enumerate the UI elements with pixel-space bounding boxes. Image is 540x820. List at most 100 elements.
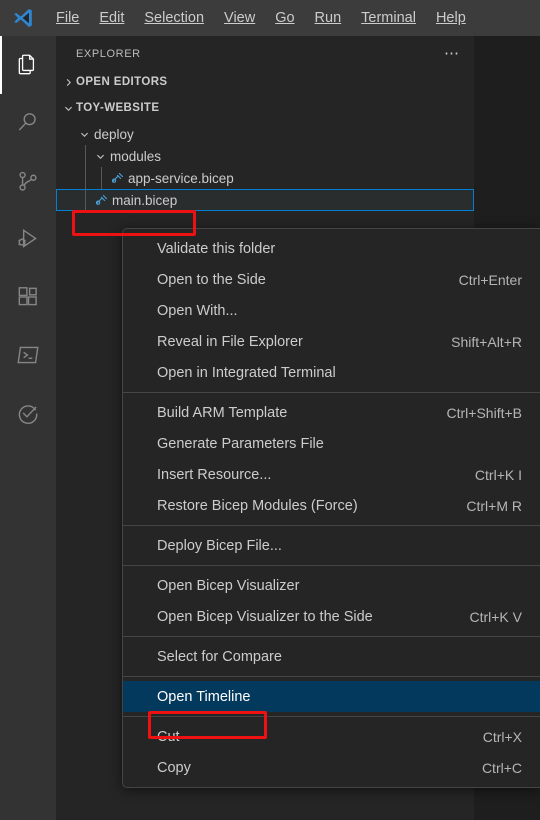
menu-item-shortcut: Ctrl+K I [474,466,522,483]
files-icon [15,52,41,78]
menu-file-label: File [56,10,80,26]
menu-item-shortcut: Ctrl+Shift+B [446,404,522,421]
menu-separator [123,392,540,393]
menu-help-label: Help [435,10,466,26]
menu-go[interactable]: Go [265,4,304,32]
menu-item-open-timeline[interactable]: Open Timeline [123,681,540,712]
menu-item-label: Open Timeline [157,688,251,705]
activity-item-testing[interactable] [0,384,56,442]
menu-item-open-bicep-visualizer-to-the-side[interactable]: Open Bicep Visualizer to the Side Ctrl+K… [123,601,540,632]
tree-row-label: deploy [94,126,134,142]
menu-item-label: Open Bicep Visualizer [157,577,300,594]
chevron-down-icon [76,123,92,145]
menu-separator [123,636,540,637]
section-workspace-label: TOY-WEBSITE [76,102,160,114]
section-open-editors-label: OPEN EDITORS [76,76,168,88]
bicep-file-icon [108,167,126,189]
indent-guide [85,189,86,211]
activity-item-explorer[interactable] [0,36,56,94]
menu-selection[interactable]: Selection [134,4,214,32]
menu-item-shortcut: Ctrl+C [481,759,522,776]
menu-item-open-bicep-visualizer[interactable]: Open Bicep Visualizer [123,570,540,601]
terminal-prompt-icon [15,342,41,368]
menu-terminal[interactable]: Terminal [351,4,426,32]
activity-item-run-and-debug[interactable] [0,210,56,268]
menu-view[interactable]: View [214,4,265,32]
menu-item-label: Open Bicep Visualizer to the Side [157,608,373,625]
menu-item-label: Generate Parameters File [157,435,324,452]
chevron-down-icon [92,145,108,167]
menu-item-label: Open in Integrated Terminal [157,364,336,381]
activity-item-source-control[interactable] [0,152,56,210]
menu-item-generate-parameters-file[interactable]: Generate Parameters File [123,428,540,459]
menu-item-validate-this-folder[interactable]: Validate this folder [123,233,540,264]
menu-item-cut[interactable]: Cut Ctrl+X [123,721,540,752]
menu-item-shortcut: Ctrl+Enter [458,271,522,288]
menu-run[interactable]: Run [305,4,352,32]
tree-row-label: modules [110,148,162,164]
tree-row-modules[interactable]: modules [56,145,474,167]
activity-item-search[interactable] [0,94,56,152]
menu-item-label: Cut [157,728,180,745]
chevron-down-icon [60,97,76,119]
tree-row-label: app-service.bicep [128,170,234,186]
vscode-window: File Edit Selection View Go Run Terminal… [0,0,540,820]
section-workspace[interactable]: TOY-WEBSITE [56,97,474,119]
menu-bar: File Edit Selection View Go Run Terminal… [46,0,476,36]
menu-item-select-for-compare[interactable]: Select for Compare [123,641,540,672]
tree-row-main-bicep[interactable]: main.bicep [56,189,474,211]
vscode-logo-icon [0,0,46,36]
ellipsis-icon[interactable]: ⋯ [444,46,460,61]
section-open-editors[interactable]: OPEN EDITORS [56,71,474,93]
menu-view-label: View [224,10,256,26]
menu-item-label: Reveal in File Explorer [157,333,303,350]
indent-guide [85,167,86,189]
menu-separator [123,716,540,717]
tree-row-deploy[interactable]: deploy [56,123,474,145]
menu-edit[interactable]: Edit [89,4,134,32]
explorer-title-bar: EXPLORER ⋯ [56,36,474,71]
menu-separator [123,676,540,677]
menu-item-label: Open With... [157,302,238,319]
menu-file[interactable]: File [46,4,89,32]
menu-item-label: Restore Bicep Modules (Force) [157,497,358,514]
menu-item-label: Deploy Bicep File... [157,537,282,554]
activity-item-extensions[interactable] [0,268,56,326]
menu-item-open-in-integrated-terminal[interactable]: Open in Integrated Terminal [123,357,540,388]
run-debug-icon [15,226,41,252]
menu-go-label: Go [275,10,295,26]
menu-item-restore-bicep-modules-force[interactable]: Restore Bicep Modules (Force) Ctrl+M R [123,490,540,521]
menu-terminal-label: Terminal [361,10,416,26]
indent-guide [85,145,86,167]
source-control-icon [15,168,41,194]
menu-item-label: Open to the Side [157,271,266,288]
menu-item-insert-resource[interactable]: Insert Resource... Ctrl+K I [123,459,540,490]
menu-item-build-arm-template[interactable]: Build ARM Template Ctrl+Shift+B [123,397,540,428]
menu-item-label: Copy [157,759,191,776]
title-bar: File Edit Selection View Go Run Terminal… [0,0,540,36]
menu-item-reveal-in-file-explorer[interactable]: Reveal in File Explorer Shift+Alt+R [123,326,540,357]
bicep-file-icon [92,189,110,211]
activity-bar [0,36,56,820]
menu-run-label: Run [314,10,342,26]
page-title: EXPLORER [76,47,141,60]
menu-separator [123,565,540,566]
menu-item-shortcut: Ctrl+X [482,728,522,745]
extensions-icon [15,284,41,310]
menu-item-shortcut: Ctrl+M R [466,497,522,514]
menu-item-label: Build ARM Template [157,404,288,421]
tree-row-label: main.bicep [112,192,178,208]
context-menu: Validate this folder Open to the Side Ct… [122,228,540,788]
menu-item-open-with[interactable]: Open With... [123,295,540,326]
menu-edit-label: Edit [99,10,125,26]
menu-item-copy[interactable]: Copy Ctrl+C [123,752,540,783]
menu-item-shortcut: Shift+Alt+R [451,333,522,350]
activity-item-azure[interactable] [0,326,56,384]
menu-help[interactable]: Help [426,4,476,32]
menu-separator [123,525,540,526]
menu-selection-label: Selection [144,10,205,26]
tree-row-app-service-bicep[interactable]: app-service.bicep [56,167,474,189]
menu-item-deploy-bicep-file[interactable]: Deploy Bicep File... [123,530,540,561]
menu-item-open-to-the-side[interactable]: Open to the Side Ctrl+Enter [123,264,540,295]
chevron-right-icon [60,71,76,93]
